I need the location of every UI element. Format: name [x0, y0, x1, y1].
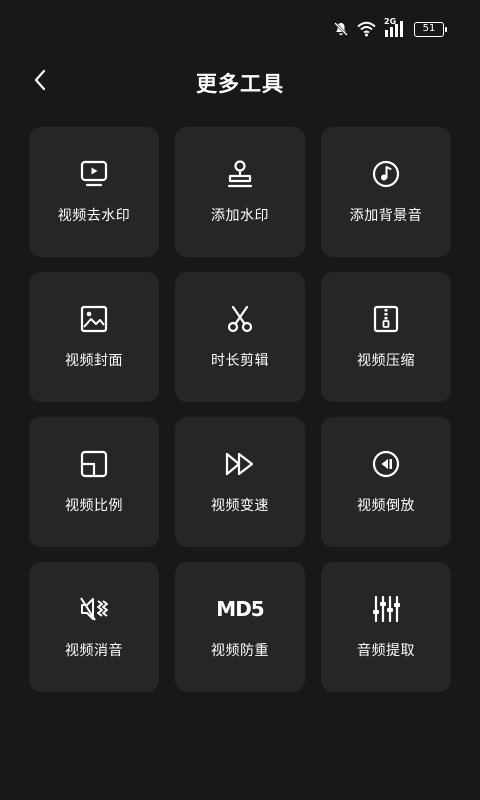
tool-label: 音频提取: [357, 643, 415, 659]
battery-level: 51: [422, 23, 436, 34]
tool-label: 视频封面: [65, 353, 123, 369]
tool-label: 添加背景音: [349, 208, 423, 224]
battery-icon: 51: [414, 21, 447, 37]
tool-remove-watermark[interactable]: 视频去水印: [29, 127, 159, 257]
status-bar: 2G 51: [0, 0, 480, 60]
tool-add-watermark[interactable]: 添加水印: [175, 127, 305, 257]
tool-label: 视频防重: [211, 643, 269, 659]
tool-video-compress[interactable]: 视频压缩: [321, 272, 451, 402]
tool-label: 视频去水印: [57, 208, 131, 224]
scissors-icon: [224, 303, 256, 335]
tool-aspect-ratio[interactable]: 视频比例: [29, 417, 159, 547]
tool-trim-duration[interactable]: 时长剪辑: [175, 272, 305, 402]
zip-file-icon: [370, 303, 402, 335]
aspect-ratio-icon: [78, 448, 110, 480]
video-screen-icon: [78, 158, 110, 190]
tools-grid: 视频去水印 添加水印 添加背景音 视频封面 时长剪辑 视频压缩 视频比例 视频变…: [29, 127, 451, 692]
signal-icon: 2G: [384, 17, 406, 37]
tool-label: 添加水印: [211, 208, 269, 224]
tool-video-cover[interactable]: 视频封面: [29, 272, 159, 402]
tool-label: 视频比例: [65, 498, 123, 514]
tool-label: 视频消音: [65, 643, 123, 659]
md5-icon-text: MD5: [216, 597, 264, 621]
tool-label: 时长剪辑: [211, 353, 269, 369]
network-label: 2G: [384, 17, 397, 26]
image-icon: [78, 303, 110, 335]
md5-icon: MD5: [216, 593, 264, 625]
tool-anti-duplicate[interactable]: MD5 视频防重: [175, 562, 305, 692]
tool-speed-change[interactable]: 视频变速: [175, 417, 305, 547]
tool-label: 视频压缩: [357, 353, 415, 369]
header: 更多工具: [0, 60, 480, 104]
tool-label: 视频变速: [211, 498, 269, 514]
tool-mute-video[interactable]: 视频消音: [29, 562, 159, 692]
music-note-icon: [370, 158, 402, 190]
tool-extract-audio[interactable]: 音频提取: [321, 562, 451, 692]
more-tools-screen: 2G 51 更多工具 视频去水印 添加水印 添加背景音 视频封面 时长剪辑 视频…: [0, 0, 480, 800]
rewind-icon: [370, 448, 402, 480]
stamp-icon: [224, 158, 256, 190]
wifi-icon: [357, 21, 376, 37]
tool-reverse-playback[interactable]: 视频倒放: [321, 417, 451, 547]
tool-label: 视频倒放: [357, 498, 415, 514]
page-title: 更多工具: [196, 72, 284, 96]
tool-add-background-music[interactable]: 添加背景音: [321, 127, 451, 257]
fast-forward-icon: [224, 448, 256, 480]
mute-speaker-icon: [78, 593, 110, 625]
mute-icon: [333, 21, 349, 37]
status-icons: 2G 51: [333, 17, 447, 37]
equalizer-icon: [370, 593, 402, 625]
